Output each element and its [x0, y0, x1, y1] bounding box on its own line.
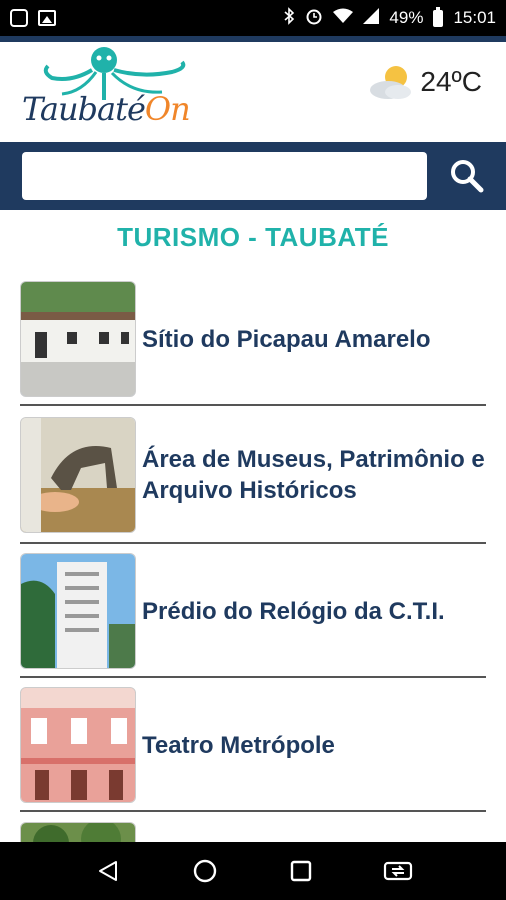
recents-square-icon — [291, 860, 312, 882]
museum-thumbnail — [20, 417, 136, 533]
list-item[interactable]: Sítio do Picapau Amarelo — [20, 278, 486, 406]
list-item[interactable]: Área de Museus, Patrimônio e Arquivo His… — [20, 406, 486, 544]
wifi-icon — [333, 8, 354, 28]
weather-widget: 24ºC — [368, 62, 482, 102]
clock: 15:01 — [453, 8, 496, 27]
weather-temperature: 24ºC — [420, 66, 482, 97]
app-header: TaubatéOn 24ºC — [0, 42, 506, 142]
item-label: Teatro Metrópole — [142, 731, 335, 759]
logo[interactable]: TaubatéOn — [22, 42, 222, 140]
logo-text: TaubatéOn — [22, 90, 191, 128]
search-button[interactable] — [439, 152, 494, 200]
logo-main-text: Taubaté — [22, 90, 146, 128]
search-icon — [450, 160, 484, 193]
battery-icon — [433, 6, 444, 27]
signal-icon — [363, 8, 380, 28]
attraction-list: Sítio do Picapau Amarelo Área de Museus,… — [20, 278, 486, 872]
item-label: Área de Museus, Patrimônio e Arquivo His… — [142, 446, 485, 504]
switch-apps-button[interactable] — [378, 851, 418, 891]
switch-apps-icon — [383, 861, 412, 881]
image-icon — [38, 10, 56, 26]
theater-thumbnail — [20, 687, 136, 803]
status-bar: 49% 15:01 — [0, 0, 506, 36]
instagram-icon — [10, 9, 28, 27]
search-input[interactable] — [22, 152, 428, 200]
item-label: Sítio do Picapau Amarelo — [142, 325, 431, 353]
search-bar — [0, 142, 506, 210]
back-button[interactable] — [88, 851, 128, 891]
battery-percent: 49% — [389, 8, 424, 27]
logo-accent-text: On — [144, 90, 191, 128]
alarm-icon — [305, 7, 323, 29]
back-triangle-icon — [99, 861, 118, 881]
partly-cloudy-icon — [370, 66, 412, 99]
clock-tower-thumbnail — [20, 553, 136, 669]
page-title: TURISMO - TAUBATÉ — [117, 222, 389, 252]
home-circle-icon — [193, 859, 216, 883]
list-item[interactable]: Prédio do Relógio da C.T.I. — [20, 544, 486, 678]
sitio-thumbnail — [20, 281, 136, 397]
item-label: Prédio do Relógio da C.T.I. — [142, 597, 445, 625]
recents-button[interactable] — [281, 851, 321, 891]
home-button[interactable] — [185, 851, 225, 891]
list-item[interactable]: Teatro Metrópole — [20, 678, 486, 812]
bluetooth-icon — [283, 7, 295, 29]
navigation-bar — [0, 842, 506, 900]
